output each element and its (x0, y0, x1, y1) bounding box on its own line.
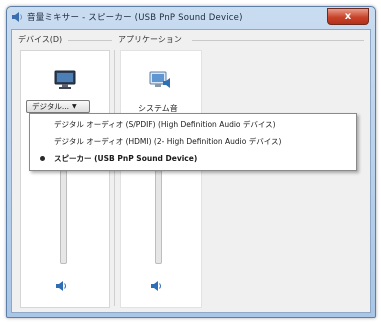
application-group-label: アプリケーション (118, 35, 182, 44)
system-sounds-mute-speaker-icon[interactable] (151, 276, 163, 295)
system-sounds-volume-slider[interactable] (155, 170, 162, 264)
device-group-line (68, 40, 112, 41)
menu-item-label: デジタル オーディオ (HDMI) (2- High Definition Au… (54, 137, 282, 146)
device-mute-speaker-icon[interactable] (56, 276, 68, 295)
close-button[interactable]: x (327, 8, 369, 25)
system-sounds-icon[interactable] (148, 70, 172, 96)
device-dropdown-menu: デジタル オーディオ (S/PDIF) (High Definition Aud… (29, 113, 357, 171)
device-dropdown-value: デジタル... (32, 102, 70, 111)
volume-mixer-window: 音量ミキサー - スピーカー (USB PnP Sound Device) x … (6, 6, 376, 318)
menu-item-label: デジタル オーディオ (S/PDIF) (High Definition Aud… (54, 120, 276, 129)
mixer-client-area: デバイス(D) アプリケーション デジタル... ▼ システム音 (11, 29, 371, 313)
menu-item-label: スピーカー (USB PnP Sound Device) (54, 154, 198, 163)
menu-item-hdmi[interactable]: デジタル オーディオ (HDMI) (2- High Definition Au… (30, 133, 356, 150)
selected-radio-dot-icon (40, 156, 45, 161)
window-title: 音量ミキサー - スピーカー (USB PnP Sound Device) (27, 13, 243, 23)
application-group-line (192, 40, 364, 41)
chevron-down-icon: ▼ (72, 103, 77, 110)
column-separator (114, 50, 115, 306)
title-bar[interactable]: 音量ミキサー - スピーカー (USB PnP Sound Device) x (7, 7, 375, 29)
menu-item-spdif[interactable]: デジタル オーディオ (S/PDIF) (High Definition Aud… (30, 116, 356, 133)
monitor-icon (54, 70, 76, 94)
menu-item-usb-speaker[interactable]: スピーカー (USB PnP Sound Device) (30, 150, 356, 167)
device-dropdown[interactable]: デジタル... ▼ (26, 100, 90, 113)
device-volume-slider[interactable] (60, 170, 67, 264)
device-group-label: デバイス(D) (18, 35, 63, 44)
speaker-app-icon (11, 11, 23, 23)
